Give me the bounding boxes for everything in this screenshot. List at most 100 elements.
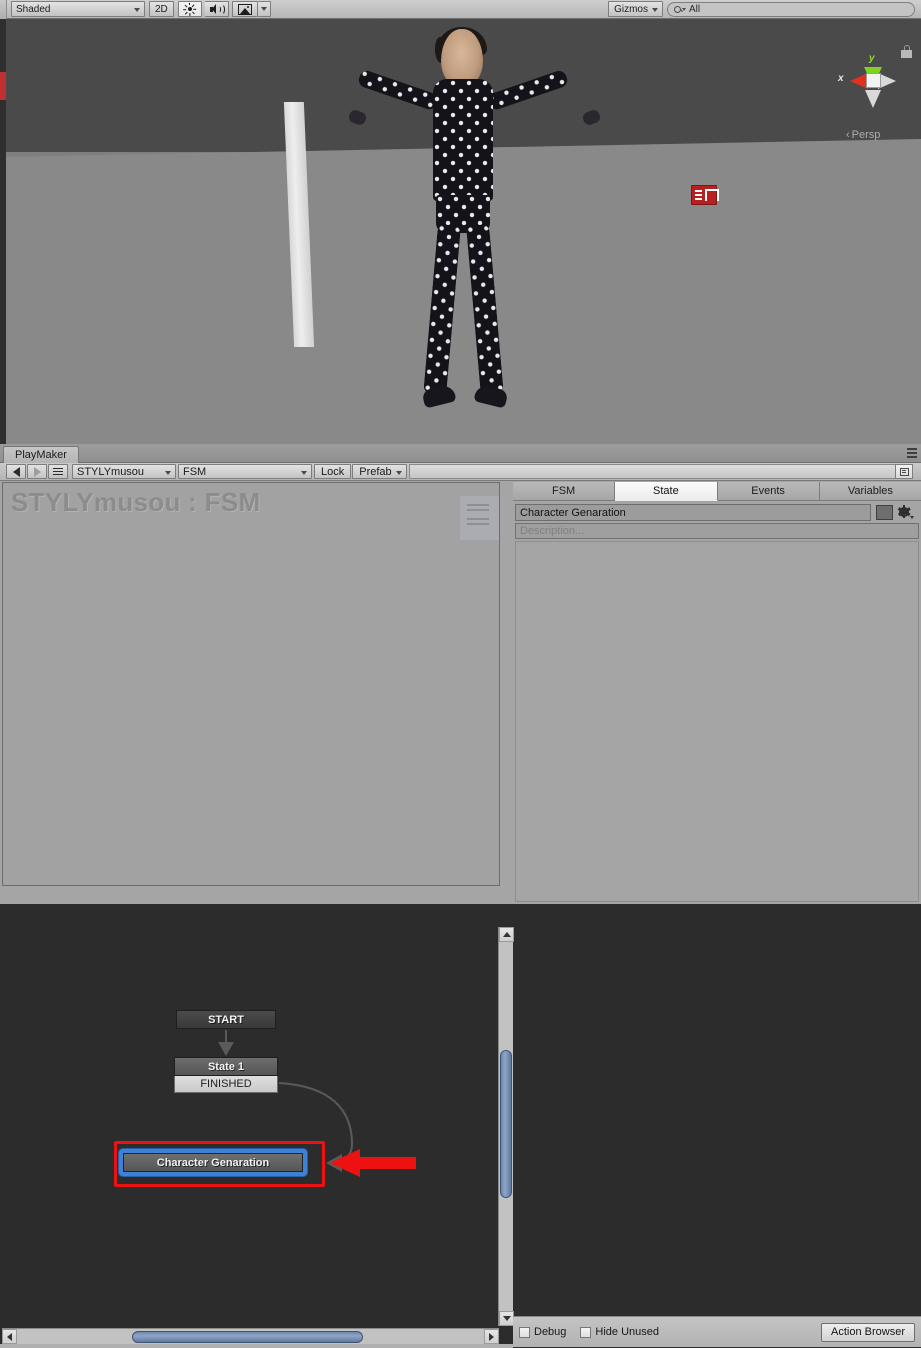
effects-toggle-button[interactable] — [231, 1, 258, 17]
lighting-toggle-button[interactable] — [177, 1, 202, 17]
scroll-left-button[interactable] — [2, 1329, 17, 1344]
state-inspector: FSM State Events Variables Character Gen… — [513, 482, 921, 904]
nav-forward-button[interactable] — [27, 464, 47, 479]
graph-vertical-scrollbar[interactable] — [498, 927, 514, 1326]
action-browser-button[interactable]: Action Browser — [821, 1322, 915, 1342]
axis-center-cube-icon[interactable] — [866, 73, 881, 88]
tab-fsm[interactable]: FSM — [513, 482, 616, 501]
tab-state-label: State — [653, 485, 679, 497]
gizmos-dropdown[interactable]: Gizmos — [608, 1, 663, 17]
lock-button[interactable]: Lock — [314, 464, 352, 479]
speaker-icon — [209, 3, 225, 15]
panel-menu-icon[interactable] — [904, 448, 917, 459]
state-description-placeholder: Description... — [520, 525, 585, 537]
graph-vertical-scroll-thumb[interactable] — [500, 1050, 512, 1198]
character-leg-left — [423, 223, 461, 396]
state-color-swatch[interactable] — [876, 505, 893, 520]
character-arm-right — [486, 68, 570, 112]
state-description-input[interactable]: Description... — [515, 523, 919, 539]
gameobject-dropdown[interactable]: STYLYmusou — [72, 464, 176, 479]
playmaker-menu-button[interactable] — [48, 464, 68, 479]
graph-horizontal-scroll-thumb[interactable] — [132, 1330, 363, 1343]
fsm-node-character-generation-title: Character Genaration — [123, 1153, 303, 1172]
mode-2d-label: 2D — [155, 3, 168, 15]
playmaker-bottom-left-strip — [0, 1344, 513, 1348]
character-hand-right — [581, 108, 602, 127]
triangle-up-icon — [502, 932, 511, 937]
playmaker-tabbar: PlayMaker — [0, 444, 921, 463]
chevron-down-icon — [165, 471, 171, 475]
fsm-graph-title: STYLYmusou : FSM — [11, 487, 261, 517]
fsm-node-state1-title: State 1 — [174, 1057, 278, 1076]
scroll-right-button[interactable] — [484, 1329, 499, 1344]
scene-toolbar: Shaded 2D Gizmos All — [0, 0, 921, 19]
image-icon — [237, 3, 252, 15]
tab-playmaker[interactable]: PlayMaker — [3, 446, 79, 463]
prefab-dropdown[interactable]: Prefab — [352, 464, 407, 479]
gear-icon[interactable] — [897, 505, 915, 521]
toolbar-filler — [408, 464, 895, 479]
tab-playmaker-label: PlayMaker — [15, 449, 67, 461]
fsm-dropdown[interactable]: FSM — [178, 464, 312, 479]
graph-horizontal-scrollbar[interactable] — [2, 1328, 499, 1344]
action-browser-label: Action Browser — [831, 1326, 905, 1338]
scene-left-red-marker — [0, 72, 6, 100]
state-actions-list[interactable] — [515, 541, 919, 902]
fsm-node-start-title: START — [176, 1010, 276, 1029]
character-torso — [433, 79, 493, 201]
dock-layout-button[interactable] — [895, 464, 913, 479]
lock-icon[interactable] — [901, 45, 912, 58]
tab-events-label: Events — [751, 485, 785, 497]
hamburger-menu-icon — [53, 467, 63, 476]
fsm-node-state1[interactable]: State 1 FINISHED — [174, 1057, 278, 1093]
checkbox-icon — [580, 1326, 592, 1338]
inspector-tabs: FSM State Events Variables — [513, 482, 921, 501]
tab-variables[interactable]: Variables — [819, 482, 921, 501]
state-name-row: Character Genaration — [515, 504, 919, 521]
state-name-input[interactable]: Character Genaration — [515, 504, 871, 521]
audio-toggle-button[interactable] — [204, 1, 229, 17]
fsm-graph-canvas[interactable]: STYLYmusou : FSM — [2, 482, 500, 886]
tab-fsm-label: FSM — [552, 485, 576, 497]
scene-gizmo-icon[interactable] — [691, 185, 719, 205]
lock-button-label: Lock — [321, 465, 345, 478]
character-model[interactable] — [345, 27, 605, 439]
axis-x-label: x — [838, 73, 844, 84]
toggle-2d-button[interactable]: 2D — [149, 1, 174, 17]
chevron-down-icon — [301, 471, 307, 475]
debug-label: Debug — [534, 1326, 567, 1338]
nav-back-button[interactable] — [6, 464, 26, 479]
dock-layout-icon — [899, 467, 909, 476]
scene-view[interactable]: y x ‹ Persp — [0, 19, 921, 444]
fsm-node-state1-event-finished[interactable]: FINISHED — [174, 1076, 278, 1093]
character-hand-left — [347, 108, 368, 127]
projection-mode-toggle[interactable]: ‹ Persp — [846, 129, 880, 141]
scroll-down-button[interactable] — [499, 1311, 514, 1326]
fsm-node-start[interactable]: START — [176, 1010, 276, 1029]
playmaker-toolbar: STYLYmusou FSM Lock Prefab — [0, 463, 921, 481]
search-icon — [674, 5, 681, 13]
axis-y-label: y — [869, 53, 875, 64]
tab-events[interactable]: Events — [717, 482, 820, 501]
fsm-node-character-generation[interactable]: Character Genaration — [119, 1149, 307, 1176]
toolbar-grip — [0, 0, 7, 19]
fsm-minimap[interactable] — [459, 495, 499, 541]
chevron-down-icon — [652, 8, 658, 12]
fsm-label: FSM — [183, 465, 207, 478]
scene-search-value: All — [689, 3, 701, 15]
effects-dropdown[interactable] — [257, 1, 271, 17]
scene-search-input[interactable]: All — [667, 1, 915, 17]
gizmos-label: Gizmos — [614, 3, 648, 15]
character-leg-right — [466, 223, 504, 396]
sun-icon — [183, 2, 197, 16]
hide-unused-checkbox[interactable]: Hide Unused — [580, 1326, 659, 1338]
prefab-label: Prefab — [359, 465, 392, 478]
projection-label: Persp — [851, 129, 881, 141]
scroll-up-button[interactable] — [499, 927, 514, 942]
chevron-down-icon — [260, 7, 267, 11]
chevron-down-icon — [910, 515, 914, 519]
debug-checkbox[interactable]: Debug — [519, 1326, 566, 1338]
tab-state[interactable]: State — [615, 482, 718, 501]
draw-mode-dropdown[interactable]: Shaded — [11, 1, 145, 17]
axis-negative-y-cone-icon[interactable] — [865, 90, 881, 108]
